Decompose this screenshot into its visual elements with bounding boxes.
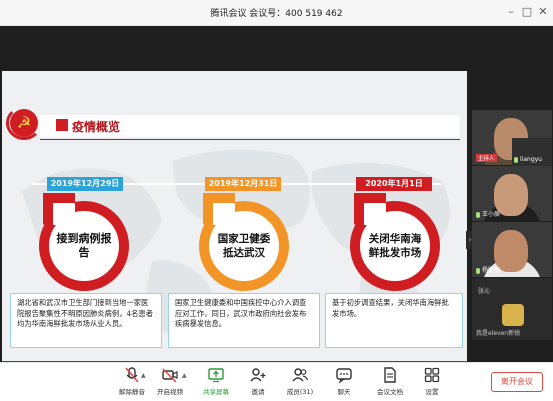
minimize-icon[interactable]: – [503,4,519,20]
event-date-3: 2020年1月1日 [356,177,432,191]
event-date-1: 2019年12月29日 [47,177,123,191]
event-headline-2: 国家卫健委抵达武汉 [217,233,271,259]
mic-icon [476,211,480,218]
settings-button[interactable]: 设置 [410,366,454,400]
participant-video-6[interactable]: 我是eleven新锐 [472,302,552,340]
event-headline-1: 接到病例报告 [56,232,112,259]
participant-name-4: 杨胜宽 [482,267,501,274]
microphone-muted-icon [123,366,141,384]
participant-video-4[interactable]: 杨胜宽 [472,222,552,277]
mic-icon [514,156,518,163]
event-description-2: 国家卫生健康委和中国疾控中心介入调查应对工作，同日，武汉市政府向社会发布疾病暴发… [168,293,320,348]
event-description-3: 基于初步调查结果，关闭华南海鲜批发市场。 [325,293,463,348]
chat-icon [335,366,353,384]
participant-name-3: 王小辰 [482,211,501,218]
audio-options-caret[interactable]: ▲ [141,372,146,379]
maximize-icon[interactable]: □ [519,4,535,20]
participant-video-3[interactable]: 王小辰 [472,166,552,221]
document-icon [381,366,399,384]
meeting-toolbar: 解除静音 ▲ 开启视频 ▲ 共享屏幕 邀请 成员(31) 聊天 会议文档 设置 … [0,362,553,401]
event-bubble-2: 国家卫健委抵达武汉 [199,201,289,291]
event-bubble-1: 接到病例报告 [39,201,129,291]
event-description-1: 湖北省和武汉市卫生部门接到当地一家医院报告聚集性不明原因肺炎病例，4名患者均为华… [10,293,162,348]
mic-icon [476,267,480,274]
shared-slide: ☭ 疫情概览 2019年12月29日 2019年12月31日 2020年1月1日… [2,71,467,369]
title-bar: 腾讯会议 会议号：400 519 462 – □ ✕ [0,0,553,26]
slide-title: 疫情概览 [72,120,121,134]
leave-meeting-button[interactable]: 离开会议 [491,372,543,392]
party-emblem-icon: ☭ [10,109,38,137]
settings-icon [423,366,441,384]
meeting-docs-button[interactable]: 会议文档 [368,366,412,400]
invite-button[interactable]: 邀请 [236,366,280,400]
share-screen-icon [207,366,225,384]
participant-name-5: 张沁 [478,288,491,295]
share-screen-button[interactable]: 共享屏幕 [194,366,238,400]
event-date-2: 2019年12月31日 [205,177,281,191]
participant-name-6: 我是eleven新锐 [476,330,521,337]
close-icon[interactable]: ✕ [535,4,551,20]
avatar [502,304,524,326]
chat-button[interactable]: 聊天 [322,366,366,400]
event-headline-3: 关闭华南海鲜批发市场 [368,233,422,259]
camera-off-icon [161,366,179,384]
participant-video-2[interactable]: liangyu [512,138,552,166]
video-options-caret[interactable]: ▲ [182,372,187,379]
slide-header: ☭ 疫情概览 [2,106,467,143]
window-title: 腾讯会议 会议号：400 519 462 [210,9,343,19]
title-flag-icon [56,119,68,131]
invite-icon [249,366,267,384]
event-bubble-3: 关闭华南海鲜批发市场 [350,201,440,291]
meeting-stage: ☭ 疫情概览 2019年12月29日 2019年12月31日 2020年1月1日… [0,26,553,369]
members-icon [291,366,309,384]
participant-name-2: liangyu [520,156,542,163]
host-badge: 主持人 [476,154,497,162]
members-button[interactable]: 成员(31) [278,366,322,400]
